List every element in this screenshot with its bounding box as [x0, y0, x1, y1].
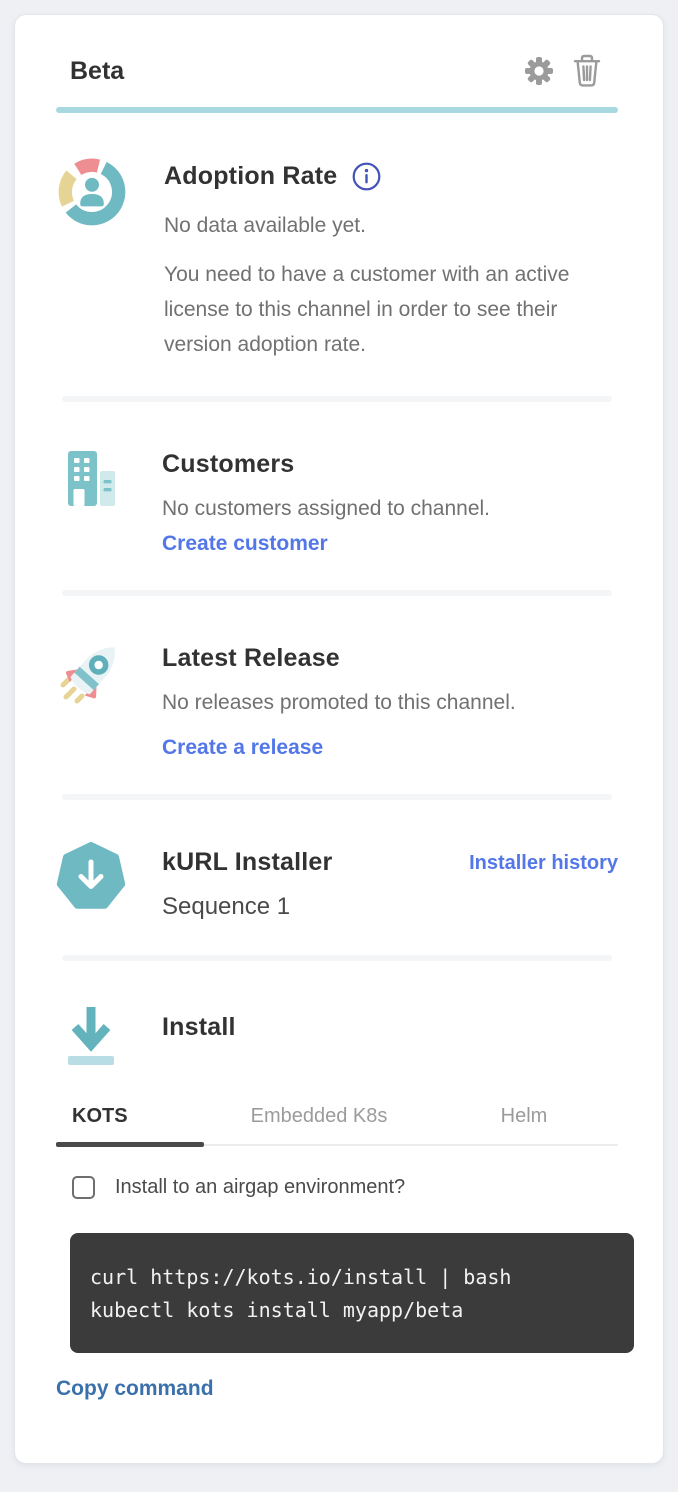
adoption-rate-empty-text: No data available yet.	[164, 208, 618, 243]
installer-history-link[interactable]: Installer history	[469, 852, 618, 875]
installer-sequence: Sequence 1	[162, 893, 618, 921]
trash-icon	[572, 54, 602, 88]
latest-release-title-row: Latest Release	[162, 644, 618, 673]
airgap-checkbox[interactable]	[72, 1176, 95, 1199]
customers-section: Customers No customers assigned to chann…	[56, 444, 618, 556]
rocket-icon	[56, 638, 126, 760]
install-tabs: KOTS Embedded K8s Helm	[56, 1105, 618, 1146]
install-title-row: Install	[162, 1013, 618, 1042]
customers-content: Customers No customers assigned to chann…	[162, 444, 618, 556]
airgap-row: Install to an airgap environment?	[56, 1176, 618, 1199]
channel-card: Beta	[14, 14, 664, 1464]
latest-release-content: Latest Release No releases promoted to t…	[162, 638, 618, 760]
download-heptagon-icon	[56, 842, 126, 921]
adoption-rate-hint-text: You need to have a customer with an acti…	[164, 257, 616, 362]
gear-icon	[523, 55, 555, 87]
section-divider	[62, 794, 612, 800]
customers-title: Customers	[162, 450, 294, 479]
copy-command-link[interactable]: Copy command	[56, 1377, 214, 1401]
download-arrow-icon	[56, 1001, 126, 1071]
code-line: kubectl kots install myapp/beta	[90, 1294, 614, 1327]
tab-embedded-k8s[interactable]: Embedded K8s	[204, 1105, 434, 1128]
channel-title: Beta	[70, 57, 124, 86]
kurl-installer-content: kURL Installer Installer history Sequenc…	[162, 842, 618, 921]
adoption-rate-title-row: Adoption Rate	[164, 161, 618, 192]
customers-empty-text: No customers assigned to channel.	[162, 491, 618, 526]
active-tab-indicator	[56, 1142, 204, 1147]
latest-release-section: Latest Release No releases promoted to t…	[56, 638, 618, 760]
install-section: Install	[56, 1001, 618, 1071]
header-actions	[522, 53, 604, 89]
adoption-rate-title: Adoption Rate	[164, 162, 337, 191]
settings-button[interactable]	[522, 53, 556, 89]
delete-button[interactable]	[570, 53, 604, 89]
section-divider	[62, 590, 612, 596]
kurl-title-row: kURL Installer Installer history	[162, 842, 618, 877]
adoption-rate-section: Adoption Rate No data available yet. You…	[56, 155, 618, 362]
create-release-link[interactable]: Create a release	[162, 736, 323, 760]
tab-kots[interactable]: KOTS	[56, 1105, 204, 1128]
tab-helm[interactable]: Helm	[434, 1105, 614, 1128]
kurl-installer-title: kURL Installer	[162, 848, 332, 877]
install-command-code-block: curl https://kots.io/install | bash kube…	[70, 1233, 634, 1353]
donut-chart-user-icon	[56, 155, 128, 362]
create-customer-link[interactable]: Create customer	[162, 532, 328, 556]
latest-release-empty-text: No releases promoted to this channel.	[162, 685, 618, 720]
channel-color-bar	[56, 107, 618, 113]
customers-title-row: Customers	[162, 450, 618, 479]
section-divider	[62, 396, 612, 402]
info-icon[interactable]	[351, 161, 382, 192]
latest-release-title: Latest Release	[162, 644, 340, 673]
buildings-icon	[56, 444, 126, 556]
card-header: Beta	[56, 53, 618, 89]
kurl-installer-section: kURL Installer Installer history Sequenc…	[56, 842, 618, 921]
code-line: curl https://kots.io/install | bash	[90, 1261, 614, 1294]
install-title: Install	[162, 1013, 236, 1042]
install-content: Install	[162, 1001, 618, 1071]
section-divider	[62, 955, 612, 961]
adoption-rate-content: Adoption Rate No data available yet. You…	[164, 155, 618, 362]
airgap-label[interactable]: Install to an airgap environment?	[115, 1176, 405, 1199]
